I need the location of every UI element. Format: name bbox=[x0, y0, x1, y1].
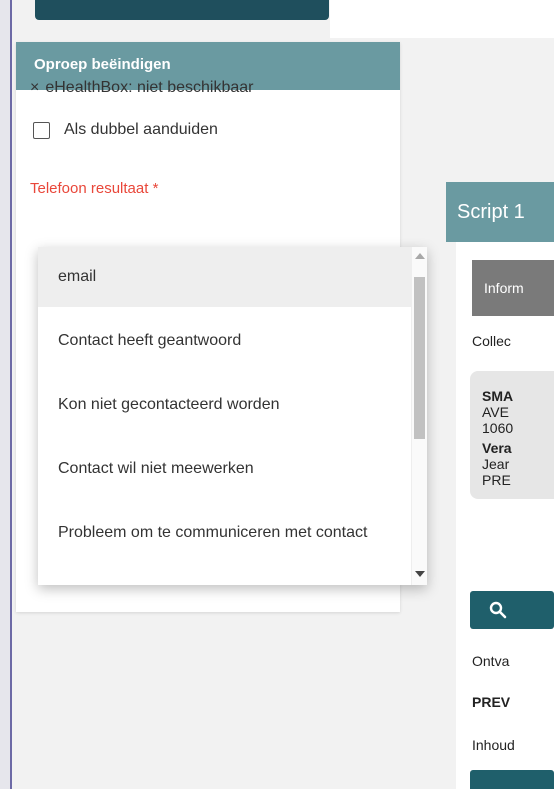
address-contact-name: Jear bbox=[482, 456, 510, 472]
address-contact-label: Vera bbox=[482, 440, 512, 456]
scroll-down-icon[interactable] bbox=[415, 571, 425, 577]
content-text: Inhoud bbox=[472, 737, 515, 753]
dropdown-option-refuses[interactable]: Contact wil niet meewerken bbox=[38, 439, 412, 499]
collect-text: Collec bbox=[472, 333, 511, 349]
phone-result-label: Telefoon resultaat * bbox=[30, 180, 159, 197]
duplicate-checkbox[interactable] bbox=[33, 121, 50, 139]
scroll-up-icon[interactable] bbox=[415, 253, 425, 259]
address-card: SMA AVE 1060 Vera Jear PRE bbox=[470, 371, 554, 499]
received-text: Ontva bbox=[472, 653, 510, 669]
duplicate-checkbox-label[interactable]: Als dubbel aanduiden bbox=[64, 121, 218, 139]
left-window-edge bbox=[0, 0, 12, 789]
script-content: Inform Collec SMA AVE 1060 Vera Jear PRE… bbox=[456, 242, 554, 789]
prev-text: PREV bbox=[472, 694, 511, 710]
dropdown-option-not-reached[interactable]: Kon niet gecontacteerd worden bbox=[38, 375, 412, 435]
address-street: AVE bbox=[482, 404, 509, 420]
bottom-action-button[interactable] bbox=[470, 770, 554, 789]
address-contact-extra: PRE bbox=[482, 472, 511, 488]
dropdown-option-email[interactable]: email bbox=[38, 247, 412, 307]
ehealth-status: × eHealthBox: niet beschikbaar bbox=[30, 79, 253, 97]
ehealth-status-text: eHealthBox: niet beschikbaar bbox=[45, 79, 254, 96]
dropdown-scrollbar[interactable] bbox=[411, 247, 427, 585]
info-tab[interactable]: Inform bbox=[472, 260, 554, 316]
scroll-thumb[interactable] bbox=[414, 277, 425, 439]
address-name: SMA bbox=[482, 388, 514, 404]
dropdown-option-communication-problem[interactable]: Probleem om te communiceren met contact bbox=[38, 503, 412, 563]
close-icon: × bbox=[30, 79, 40, 96]
dropdown-option-answered[interactable]: Contact heeft geantwoord bbox=[38, 311, 412, 371]
search-button[interactable] bbox=[470, 591, 554, 629]
top-area bbox=[330, 0, 554, 38]
top-action-button[interactable] bbox=[35, 0, 329, 20]
duplicate-checkbox-row[interactable]: Als dubbel aanduiden bbox=[33, 121, 218, 139]
phone-result-dropdown[interactable]: email Contact heeft geantwoord Kon niet … bbox=[38, 247, 427, 585]
script-title: Script 1 bbox=[446, 182, 554, 242]
address-postcode: 1060 bbox=[482, 420, 514, 436]
search-icon bbox=[489, 601, 507, 619]
